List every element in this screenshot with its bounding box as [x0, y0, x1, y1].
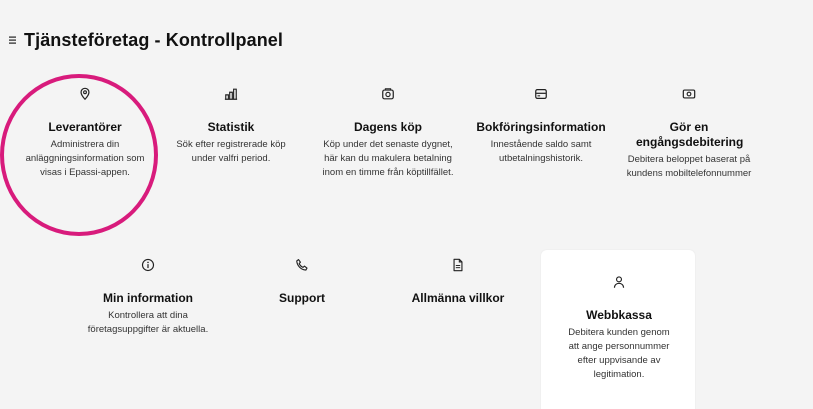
- card-description: Innestående saldo samt utbetalningshisto…: [490, 139, 592, 164]
- location-pin-icon: [77, 86, 93, 102]
- card-description: Sök efter registrerade köp under valfri …: [176, 139, 286, 164]
- card-min-information[interactable]: Min information Kontrollera att dina för…: [76, 257, 220, 337]
- bar-chart-icon: [223, 86, 239, 102]
- card-bokforingsinformation[interactable]: Bokföringsinformation Innestående saldo …: [476, 86, 606, 166]
- person-icon: [611, 274, 627, 290]
- card-description: Administrera din anläggningsinformation …: [25, 139, 145, 178]
- card-label: Leverantörer: [48, 120, 122, 134]
- card-dagens-kop[interactable]: Dagens köp Köp under det senaste dygnet,…: [318, 86, 458, 180]
- document-icon: [450, 257, 466, 273]
- card-leverantorer[interactable]: Leverantörer Administrera din anläggning…: [14, 86, 156, 180]
- cash-register-icon: [380, 86, 396, 102]
- card-label: Gör en engångsdebitering: [636, 120, 744, 149]
- card-webbkassa[interactable]: Webbkassa Debitera kunden genom att ange…: [549, 274, 689, 382]
- card-description: Köp under det senaste dygnet, här kan du…: [322, 139, 454, 178]
- cash-icon: [681, 86, 697, 102]
- phone-icon: [294, 257, 310, 273]
- wallet-card-icon: [533, 86, 549, 102]
- card-description: Kontrollera att dina företagsuppgifter ä…: [87, 310, 209, 335]
- card-label: Webbkassa: [586, 308, 652, 322]
- card-label: Allmänna villkor: [411, 291, 505, 305]
- card-engangsdebitering[interactable]: Gör en engångsdebitering Debitera belopp…: [622, 86, 756, 181]
- card-support[interactable]: Support: [246, 257, 358, 306]
- page-header: Tjänsteföretag - Kontrollpanel: [8, 28, 283, 52]
- page-title: Tjänsteföretag - Kontrollpanel: [24, 29, 284, 50]
- card-label: Bokföringsinformation: [476, 120, 606, 134]
- card-description: Debitera beloppet baserat på kundens mob…: [626, 154, 752, 179]
- card-allmanna-villkor[interactable]: Allmänna villkor: [378, 257, 538, 306]
- info-icon: [140, 257, 156, 273]
- menu-icon[interactable]: [8, 35, 18, 45]
- control-panel: Tjänsteföretag - Kontrollpanel Leverantö…: [0, 0, 813, 409]
- card-statistik[interactable]: Statistik Sök efter registrerade köp und…: [164, 86, 298, 166]
- card-label: Min information: [103, 291, 193, 305]
- card-label: Support: [279, 291, 325, 305]
- card-label: Statistik: [207, 120, 255, 134]
- card-description: Debitera kunden genom att ange personnum…: [568, 327, 670, 380]
- card-label: Dagens köp: [353, 120, 422, 134]
